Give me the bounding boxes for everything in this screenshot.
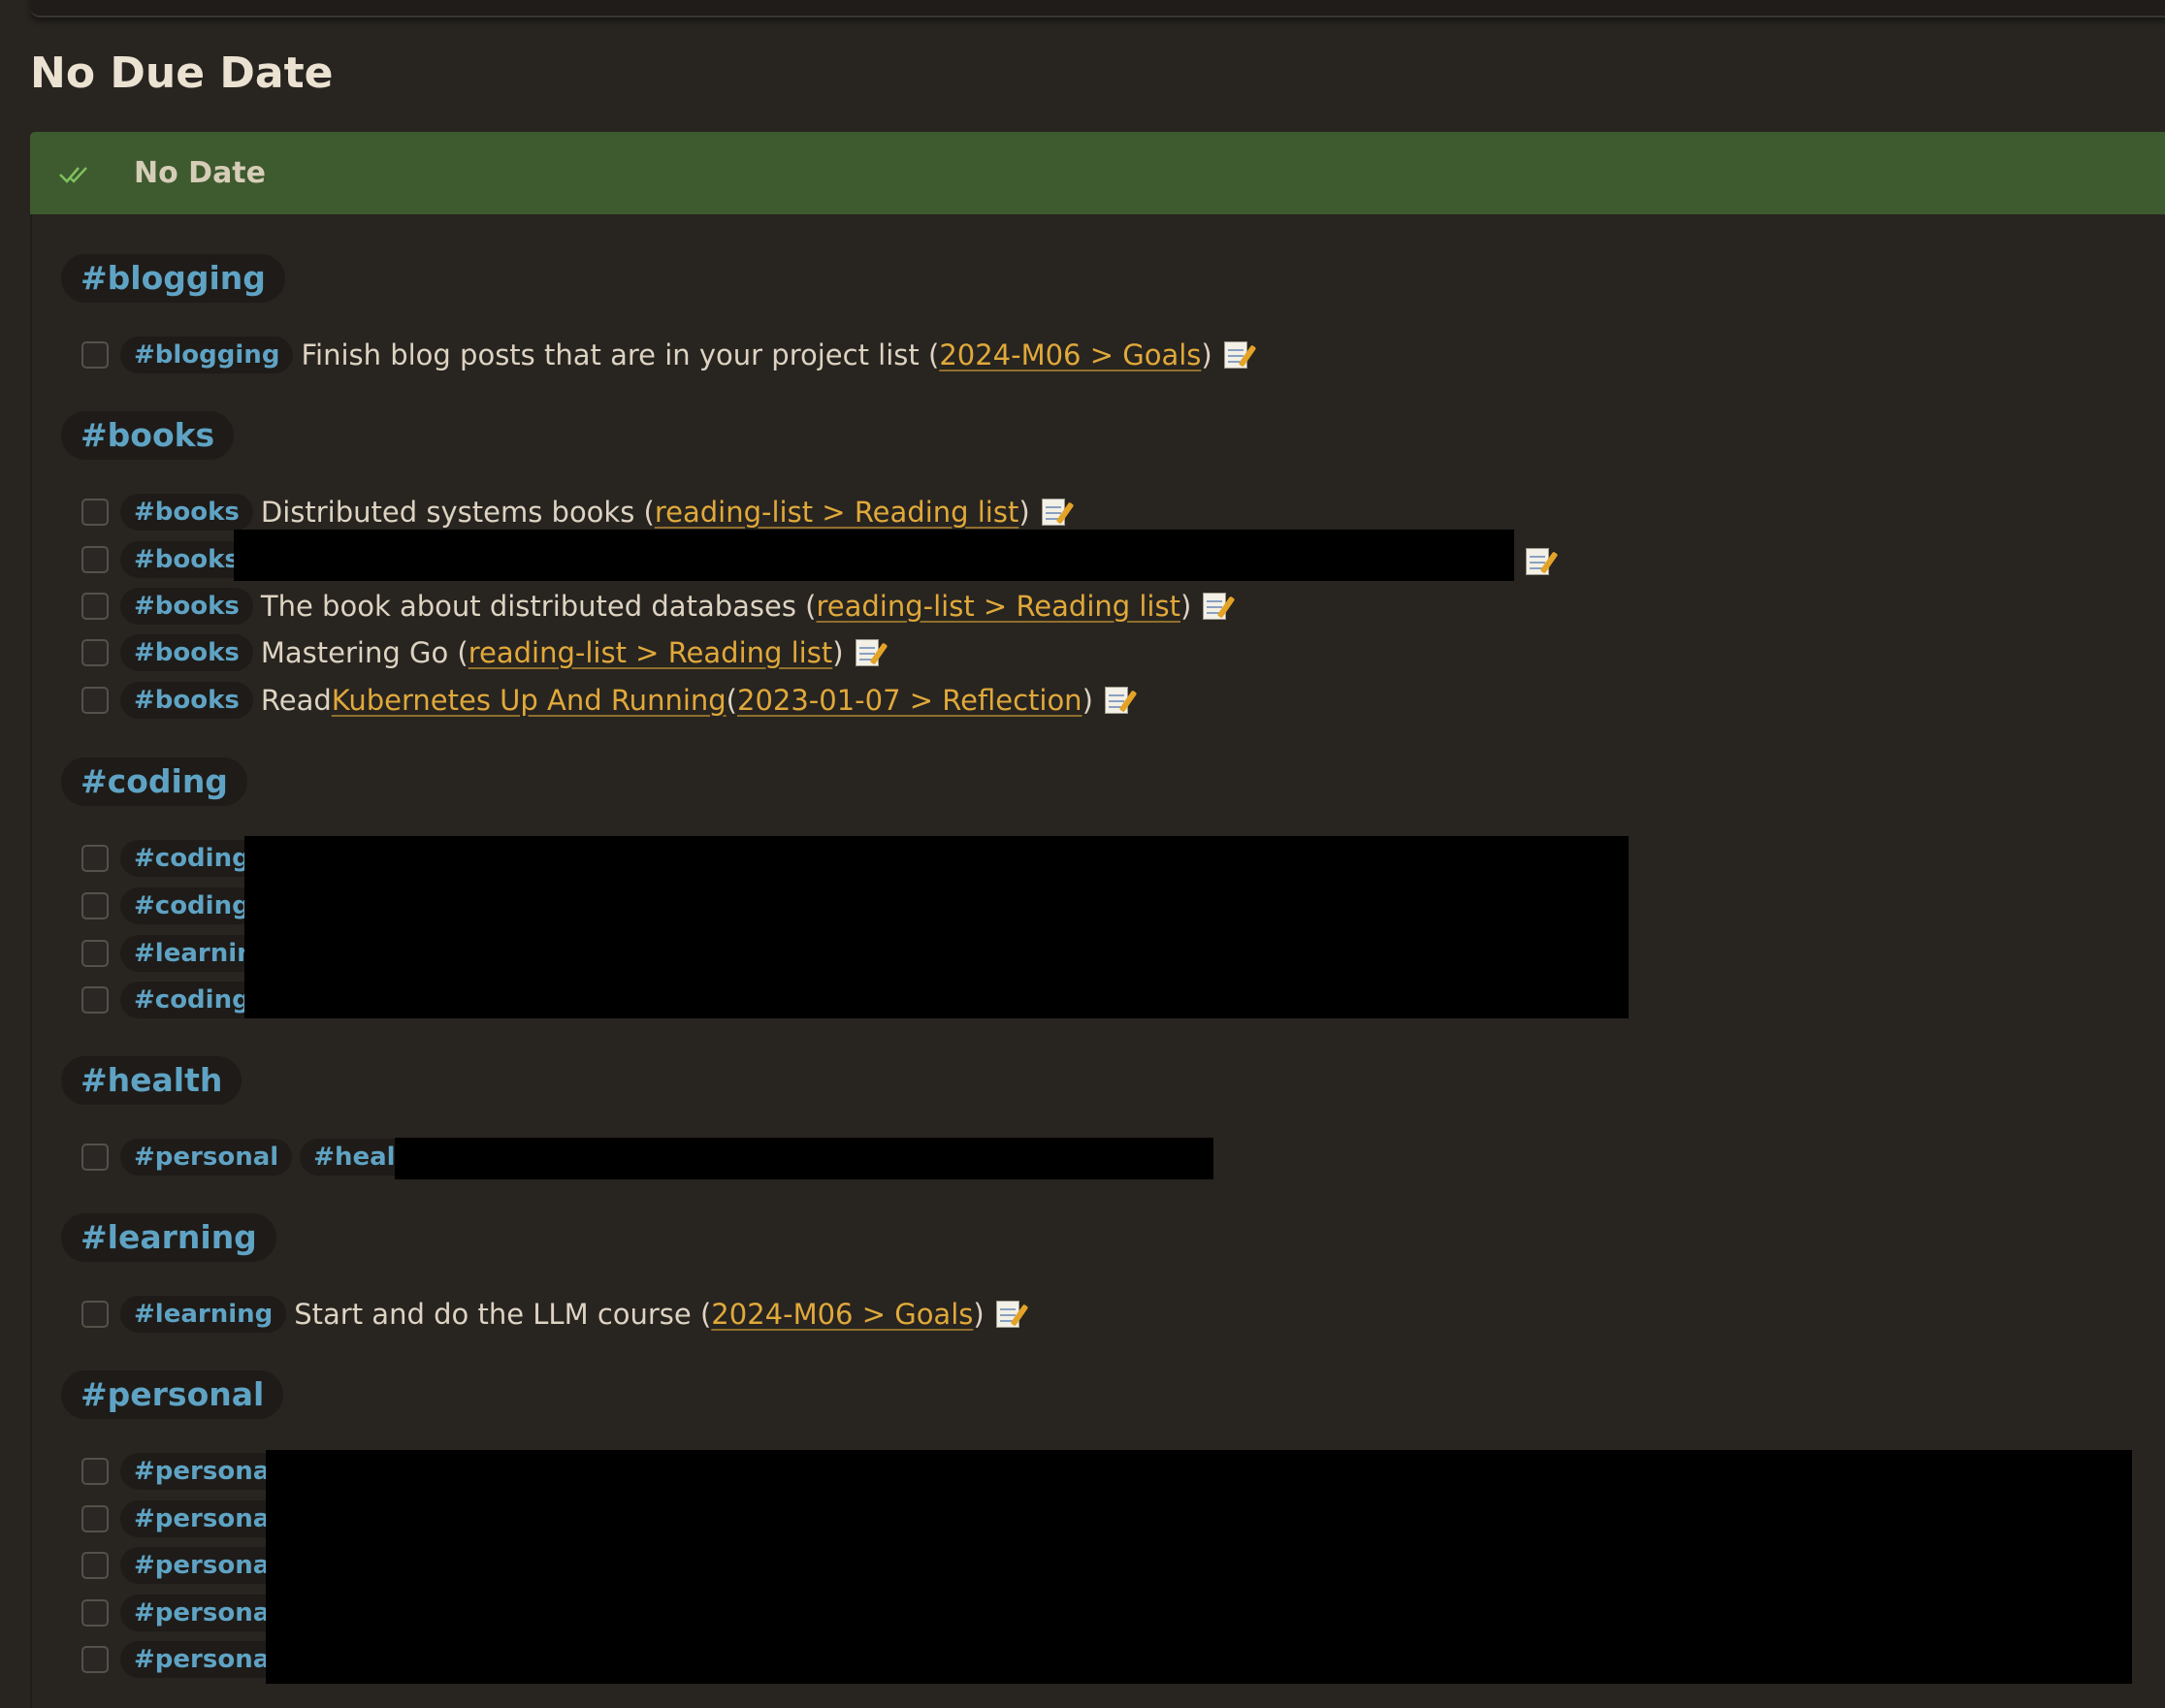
memo-icon[interactable] xyxy=(1104,687,1128,714)
memo-icon[interactable] xyxy=(1223,341,1247,369)
task-checkbox[interactable] xyxy=(81,546,109,573)
task-checkbox[interactable] xyxy=(81,845,109,872)
task-row: #coding xyxy=(81,981,272,1019)
task-tag[interactable]: #coding xyxy=(120,840,264,877)
task-text-mid: ( xyxy=(726,684,737,717)
task-checkbox[interactable] xyxy=(81,341,109,369)
task-checkbox[interactable] xyxy=(81,1144,109,1171)
task-tag[interactable]: #books xyxy=(120,682,253,719)
task-checkbox[interactable] xyxy=(81,639,109,666)
task-source-link[interactable]: 2024-M06 > Goals xyxy=(939,338,1201,371)
task-text-tail: ) xyxy=(973,1298,985,1331)
group-heading-personal[interactable]: #personal xyxy=(61,1370,284,1419)
task-tag[interactable]: #books xyxy=(120,588,253,625)
task-row: #personal #health xyxy=(81,1138,447,1176)
task-text: The book about distributed databases ( xyxy=(260,590,817,623)
task-checkbox[interactable] xyxy=(81,593,109,620)
task-text-tail: ) xyxy=(1179,590,1192,623)
group-heading-learning[interactable]: #learning xyxy=(61,1213,276,1262)
redacted-text xyxy=(395,1138,1213,1179)
double-check-icon xyxy=(59,167,87,183)
task-source-link[interactable]: reading-list > Reading list xyxy=(469,636,832,669)
group-heading-health[interactable]: #health xyxy=(61,1056,242,1105)
task-tag[interactable]: #learning xyxy=(120,1296,287,1333)
task-text: Start and do the LLM course ( xyxy=(294,1298,712,1331)
task-checkbox[interactable] xyxy=(81,940,109,967)
group-heading-blogging[interactable]: #blogging xyxy=(61,254,285,303)
callout-header[interactable]: No Date xyxy=(30,132,2165,214)
task-tag[interactable]: #personal xyxy=(120,1139,293,1176)
task-checkbox[interactable] xyxy=(81,1301,109,1328)
task-text: Mastering Go ( xyxy=(260,636,469,669)
task-checkbox[interactable] xyxy=(81,986,109,1014)
memo-icon[interactable] xyxy=(1203,593,1227,620)
task-text-tail: ) xyxy=(1018,496,1030,529)
redacted-text xyxy=(266,1450,2132,1684)
task-source-link[interactable]: 2024-M06 > Goals xyxy=(711,1298,973,1331)
task-text: Distributed systems books ( xyxy=(260,496,655,529)
task-tag[interactable]: #books xyxy=(120,634,253,671)
task-book-link[interactable]: Kubernetes Up And Running xyxy=(332,684,727,717)
redacted-text xyxy=(234,530,1514,581)
task-row: #coding xyxy=(81,886,272,925)
task-row: #coding xyxy=(81,839,272,878)
page-title: No Due Date xyxy=(30,48,334,98)
task-checkbox[interactable] xyxy=(81,1458,109,1485)
task-source-link[interactable]: reading-list > Reading list xyxy=(817,590,1180,623)
group-heading-books[interactable]: #books xyxy=(61,411,235,460)
memo-icon[interactable] xyxy=(1526,548,1549,575)
task-tag[interactable]: #blogging xyxy=(120,337,294,373)
task-text: Read xyxy=(260,684,332,717)
task-checkbox[interactable] xyxy=(81,1646,109,1673)
task-row: #blogging Finish blog posts that are in … xyxy=(81,336,1247,374)
memo-icon[interactable] xyxy=(1041,499,1065,526)
task-checkbox[interactable] xyxy=(81,1599,109,1627)
task-row: #books The book about distributed databa… xyxy=(81,587,1227,626)
task-row: #books Mastering Go (reading-list > Read… xyxy=(81,633,879,672)
task-text: Finish blog posts that are in your proje… xyxy=(301,338,940,371)
task-tag[interactable]: #coding xyxy=(120,982,264,1018)
group-heading-coding[interactable]: #coding xyxy=(61,757,247,806)
task-text-tail: ) xyxy=(1082,684,1093,717)
callout-title: No Date xyxy=(134,156,266,190)
top-toolbar xyxy=(30,0,2165,17)
memo-icon[interactable] xyxy=(995,1301,1019,1328)
memo-icon[interactable] xyxy=(855,639,879,666)
task-text-tail: ) xyxy=(1201,338,1212,371)
task-row: #books Read Kubernetes Up And Running (2… xyxy=(81,681,1128,720)
task-row: #books Distributed systems books (readin… xyxy=(81,493,1065,532)
task-text-tail: ) xyxy=(832,636,844,669)
task-source-link[interactable]: 2023-01-07 > Reflection xyxy=(737,684,1082,717)
task-checkbox[interactable] xyxy=(81,687,109,714)
task-checkbox[interactable] xyxy=(81,499,109,526)
task-checkbox[interactable] xyxy=(81,1505,109,1532)
task-source-link[interactable]: reading-list > Reading list xyxy=(655,496,1018,529)
task-row: #learning Start and do the LLM course (2… xyxy=(81,1295,1019,1334)
task-tag[interactable]: #coding xyxy=(120,887,264,924)
task-tag[interactable]: #books xyxy=(120,494,253,531)
redacted-text xyxy=(244,836,1629,1018)
task-checkbox[interactable] xyxy=(81,1552,109,1579)
task-checkbox[interactable] xyxy=(81,892,109,919)
